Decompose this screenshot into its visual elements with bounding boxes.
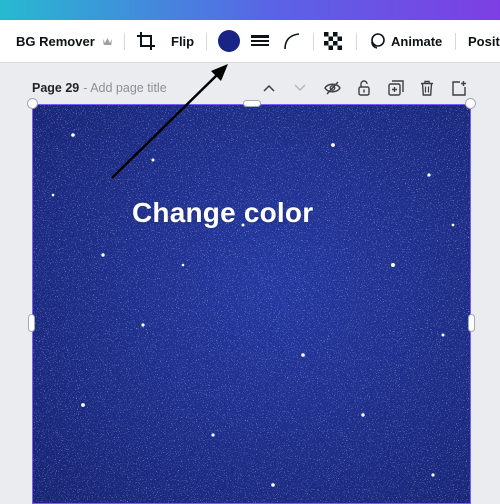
- lock-page-button[interactable]: [354, 78, 374, 98]
- crown-icon: [102, 37, 113, 46]
- position-label: Positi: [468, 33, 500, 49]
- resize-handle-top-left[interactable]: [27, 98, 38, 109]
- page-title-input[interactable]: - Add page title: [83, 81, 166, 95]
- unlock-icon: [357, 80, 371, 96]
- resize-handle-top[interactable]: [243, 100, 261, 107]
- transparency-icon: [324, 32, 342, 50]
- color-button[interactable]: [218, 20, 240, 62]
- flip-button[interactable]: Flip: [171, 20, 194, 62]
- move-page-down-button[interactable]: [290, 78, 310, 98]
- duplicate-page-button[interactable]: [386, 78, 406, 98]
- editor-toolbar: BG Remover Flip Animate Positi: [0, 20, 500, 63]
- glitter-background: [33, 105, 470, 503]
- page-header: Page 29 - Add page title: [32, 78, 167, 98]
- duplicate-icon: [388, 80, 404, 96]
- change-color-annotation: Change color: [132, 197, 314, 228]
- toolbar-divider: [124, 33, 125, 50]
- resize-handle-right[interactable]: [468, 314, 475, 332]
- top-header-bar: [0, 0, 500, 20]
- resize-handle-left[interactable]: [28, 314, 35, 332]
- trash-icon: [420, 80, 434, 96]
- crop-button[interactable]: [136, 20, 156, 62]
- position-button[interactable]: Positi: [468, 20, 500, 62]
- toolbar-divider: [455, 33, 456, 50]
- resize-handle-top-right[interactable]: [465, 98, 476, 109]
- animate-label: Animate: [391, 33, 443, 49]
- animate-icon: [368, 32, 386, 50]
- toolbar-divider: [356, 33, 357, 50]
- move-page-up-button[interactable]: [259, 78, 279, 98]
- border-style-icon: [251, 33, 269, 49]
- corner-rounding-icon: [283, 32, 301, 50]
- toolbar-divider: [206, 33, 207, 50]
- hide-eye-icon: [323, 81, 341, 95]
- add-page-icon: [451, 80, 467, 96]
- border-style-button[interactable]: [251, 20, 269, 62]
- transparency-button[interactable]: [324, 20, 342, 62]
- corner-rounding-button[interactable]: [283, 20, 301, 62]
- delete-page-button[interactable]: [417, 78, 437, 98]
- page-number-label: Page 29: [32, 81, 80, 95]
- add-page-button[interactable]: [449, 78, 469, 98]
- color-swatch: [218, 30, 240, 52]
- hide-page-button[interactable]: [322, 78, 342, 98]
- chevron-up-icon: [263, 84, 275, 92]
- bg-remover-button[interactable]: BG Remover: [16, 20, 113, 62]
- page-canvas[interactable]: [32, 104, 471, 504]
- animate-button[interactable]: Animate: [368, 20, 442, 62]
- flip-label: Flip: [171, 33, 195, 49]
- bg-remover-label: BG Remover: [16, 33, 95, 49]
- crop-icon: [136, 31, 156, 51]
- chevron-down-icon: [294, 84, 306, 92]
- toolbar-divider: [313, 33, 314, 50]
